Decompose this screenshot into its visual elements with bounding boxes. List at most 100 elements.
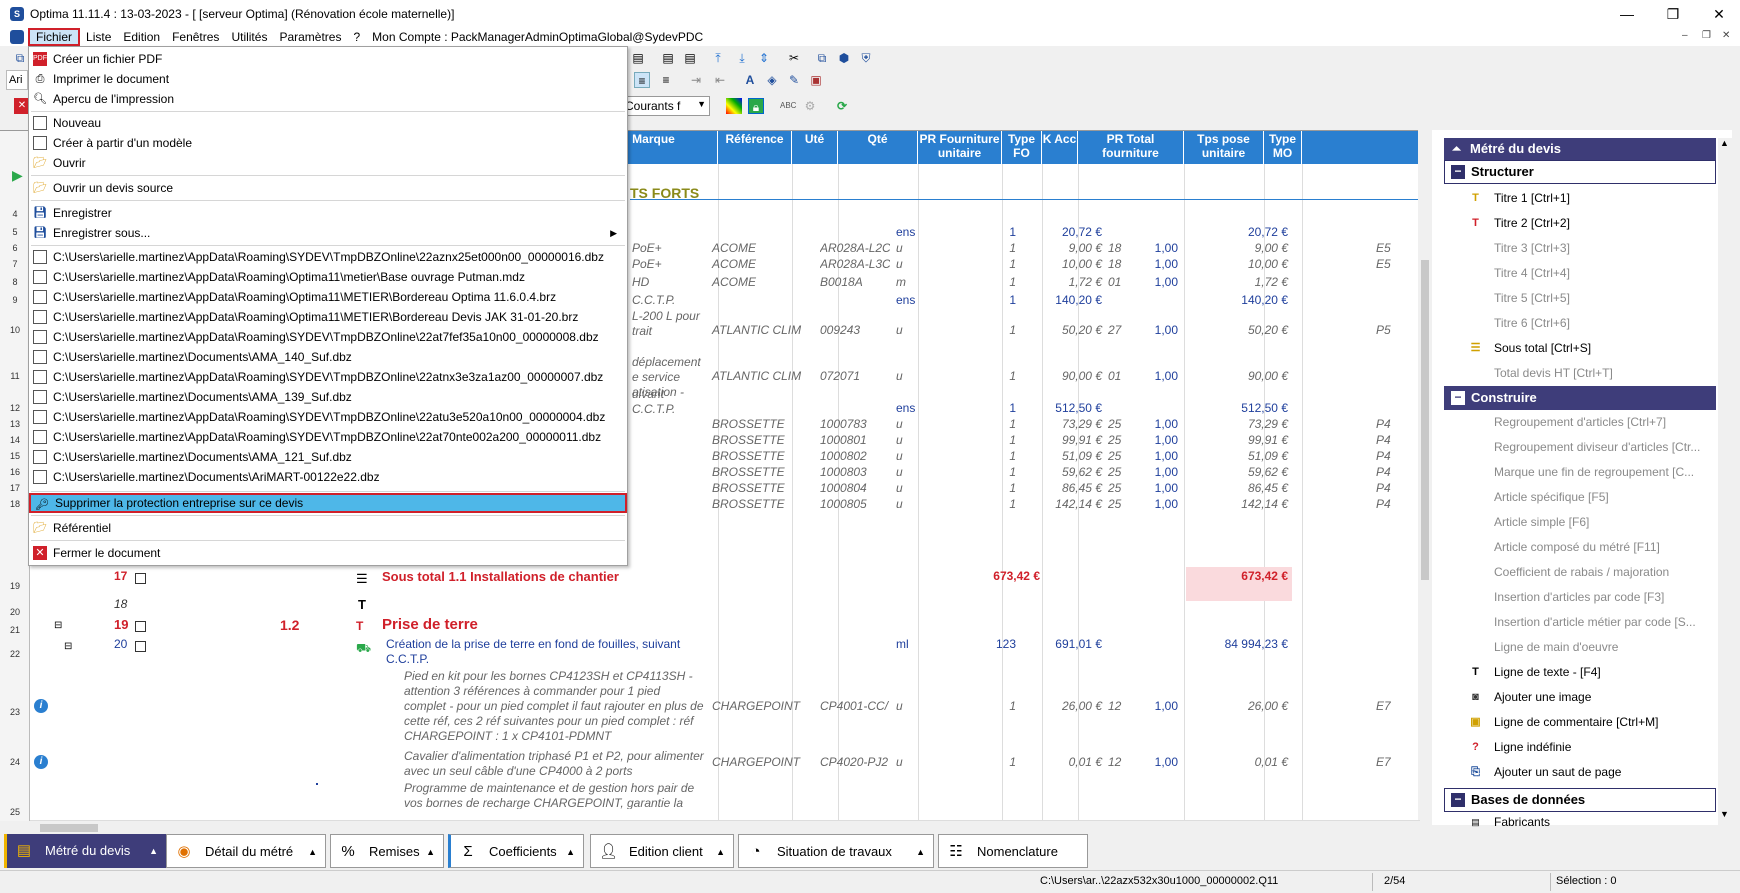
move-updown-icon[interactable]: ⇕ [756,50,772,66]
menu-item-recent-file[interactable]: C:\Users\arielle.martinez\Documents\AriM… [29,467,627,487]
panel-item-construire[interactable]: Insertion d'articles par code [F3] [1494,587,1664,607]
app-menu-icon[interactable] [10,30,24,44]
row-checkbox[interactable] [135,641,146,652]
minimize-button[interactable]: — [1604,0,1650,28]
lock-icon[interactable]: 🔒︎ [748,98,764,114]
section-construire[interactable]: − Construire [1444,386,1716,410]
collapse-icon[interactable]: ⊟ [54,620,62,631]
col-type-mo[interactable]: Type MO [1264,131,1302,164]
panel-item-structurer[interactable]: Titre 3 [Ctrl+3] [1494,238,1570,258]
panel-item-construire[interactable]: ◙ Ajouter une image [1472,687,1591,707]
panel-item-structurer[interactable]: ☰ Sous total [Ctrl+S] [1471,338,1591,358]
row-checkbox[interactable] [135,573,146,584]
menu-edition[interactable]: Edition [117,28,166,46]
article-desc[interactable]: Programme de maintenance et de gestion h… [404,781,704,809]
article-desc[interactable]: L-200 L pour trait [632,309,710,339]
panel-item-construire[interactable]: T Ligne de texte - [F4] [1472,662,1601,682]
col-pr-fourniture-unitaire[interactable]: PR Fourniture unitaire [918,131,1002,164]
panel-item-construire[interactable]: Ligne de main d'oeuvre [1494,637,1618,657]
panel-item-structurer[interactable]: T Titre 2 [Ctrl+2] [1472,213,1570,233]
title-label[interactable]: Prise de terre [382,616,478,633]
col-reference[interactable]: Référence [718,131,792,164]
panel-item-construire[interactable]: ▣ Ligne de commentaire [Ctrl+M] [1470,712,1658,732]
menu-item-close-doc[interactable]: ✕ Fermer le document [29,543,627,563]
panel-item-fabricants[interactable]: ▤ Fabricants [1471,812,1550,832]
panel-item-construire[interactable]: Article spécifique [F5] [1494,487,1609,507]
courants-select[interactable]: Courants f ▼ [620,96,710,116]
collapse-icon[interactable]: ⊟ [64,641,72,652]
info-icon[interactable]: i [34,755,48,769]
menu-item-recent-file[interactable]: C:\Users\arielle.martinez\AppData\Roamin… [29,427,627,447]
indent-icon[interactable]: ⇥ [688,72,704,88]
panel-item-construire[interactable]: Article simple [F6] [1494,512,1589,532]
menu-item-remove-protection[interactable]: 🔑︎ Supprimer la protection entreprise sur… [29,493,627,513]
article-desc[interactable]: Création de la prise de terre en fond de… [386,637,706,667]
tab-caret-icon[interactable]: ▲ [149,834,158,868]
menu-fenetres[interactable]: Fenêtres [166,28,225,46]
gear-disabled-icon[interactable]: ⚙ [802,98,818,114]
panel-item-construire[interactable]: ⎘ Ajouter un saut de page [1471,762,1621,782]
outdent-icon[interactable]: ⇤ [712,72,728,88]
color-palette-icon[interactable] [726,98,742,114]
tab-caret-icon[interactable]: ▲ [716,835,725,869]
maximize-button[interactable]: ❐ [1650,0,1696,28]
toolbar-doc3-icon[interactable]: ▤ [682,50,698,66]
tab-edition-client[interactable]: 👤︎ Edition client ▲ [590,834,734,868]
shield-plus-icon[interactable]: ⛨ [858,50,874,66]
article-desc[interactable]: C.C.T.P. [632,293,710,308]
panel-item-structurer[interactable]: Titre 6 [Ctrl+6] [1494,313,1570,333]
menu-item-recent-file[interactable]: C:\Users\arielle.martinez\AppData\Roamin… [29,247,627,267]
format-icon[interactable]: ▣ [808,72,824,88]
cut-icon[interactable]: ✂ [786,50,802,66]
mdi-minimize-icon[interactable]: – [1682,30,1688,41]
info-icon[interactable]: i [34,699,48,713]
panel-item-construire[interactable]: Regroupement d'articles [Ctrl+7] [1494,412,1666,432]
menu-item-recent-file[interactable]: C:\Users\arielle.martinez\Documents\AMA_… [29,447,627,467]
menu-item-preview[interactable]: 🔍︎ Apercu de l'impression [29,89,627,109]
panel-item-construire[interactable]: Marque une fin de regroupement [C... [1494,462,1694,482]
vertical-scroll-thumb[interactable] [1421,260,1429,580]
panel-item-construire[interactable]: Insertion d'article métier par code [S..… [1494,612,1696,632]
align-center-icon[interactable]: ≡ [634,72,650,88]
menu-item-open[interactable]: 📂︎ Ouvrir [29,153,627,173]
col-type-fo[interactable]: Type FO [1002,131,1042,164]
menu-fichier[interactable]: Fichier [28,28,81,46]
panel-item-construire[interactable]: Article composé du métré [F11] [1494,537,1660,557]
menu-help[interactable]: ? [347,28,366,46]
tab-caret-icon[interactable]: ▲ [308,835,317,869]
font-family-select[interactable]: Ari [6,70,28,90]
tab-caret-icon[interactable]: ▲ [566,835,575,869]
cube-icon[interactable]: ⬢ [836,50,852,66]
toolbar-doc2-icon[interactable]: ▤ [660,50,676,66]
tab-coefficients[interactable]: Σ Coefficients ▲ [448,834,584,868]
menu-item-save[interactable]: 💾︎ Enregistrer [29,203,627,223]
tab-caret-icon[interactable]: ▲ [426,835,435,869]
section-bases[interactable]: − Bases de données [1444,788,1716,812]
menu-parametres[interactable]: Paramètres [273,28,347,46]
article-desc[interactable]: Cavalier d'alimentation triphasé P1 et P… [404,749,704,779]
menu-item-recent-file[interactable]: C:\Users\arielle.martinez\AppData\Roamin… [29,367,627,387]
col-ute[interactable]: Uté [792,131,838,164]
panel-item-structurer[interactable]: Total devis HT [Ctrl+T] [1494,363,1613,383]
col-qte[interactable]: Qté [838,131,918,164]
horizontal-scrollbar[interactable] [30,820,1420,834]
panel-item-construire[interactable]: Coefficient de rabais / majoration [1494,562,1669,582]
article-desc[interactable]: PoE+ [632,241,710,256]
tab-nomenclature[interactable]: ☷ Nomenclature [938,834,1088,868]
menu-item-recent-file[interactable]: C:\Users\arielle.martinez\AppData\Roamin… [29,287,627,307]
panel-item-structurer[interactable]: Titre 4 [Ctrl+4] [1494,263,1570,283]
menu-item-referentiel[interactable]: 📂︎ Référentiel [29,518,627,538]
chevron-down-icon[interactable]: ▼ [1720,809,1729,819]
tab-remises[interactable]: % Remises ▲ [330,834,444,868]
article-desc[interactable]: HD [632,275,710,290]
panel-item-construire[interactable]: ? Ligne indéfinie [1472,737,1571,757]
menu-item-open-source[interactable]: 📂︎ Ouvrir un devis source [29,178,627,198]
move-bottom-icon[interactable]: ⤓ [734,50,750,66]
panel-scrollbar[interactable]: ▲ ▼ [1718,138,1732,825]
chevron-up-icon[interactable]: ▲ [1720,138,1729,148]
tab-metre-du-devis[interactable]: ▤ Métré du devis ▲ [4,834,166,868]
align-justify-icon[interactable]: ≡ [658,72,674,88]
menu-item-recent-file[interactable]: C:\Users\arielle.martinez\Documents\AMA_… [29,347,627,367]
col-pr-total-fourniture[interactable]: PR Total fourniture [1078,131,1184,164]
menu-item-template[interactable]: Créer à partir d'un modèle [29,133,627,153]
